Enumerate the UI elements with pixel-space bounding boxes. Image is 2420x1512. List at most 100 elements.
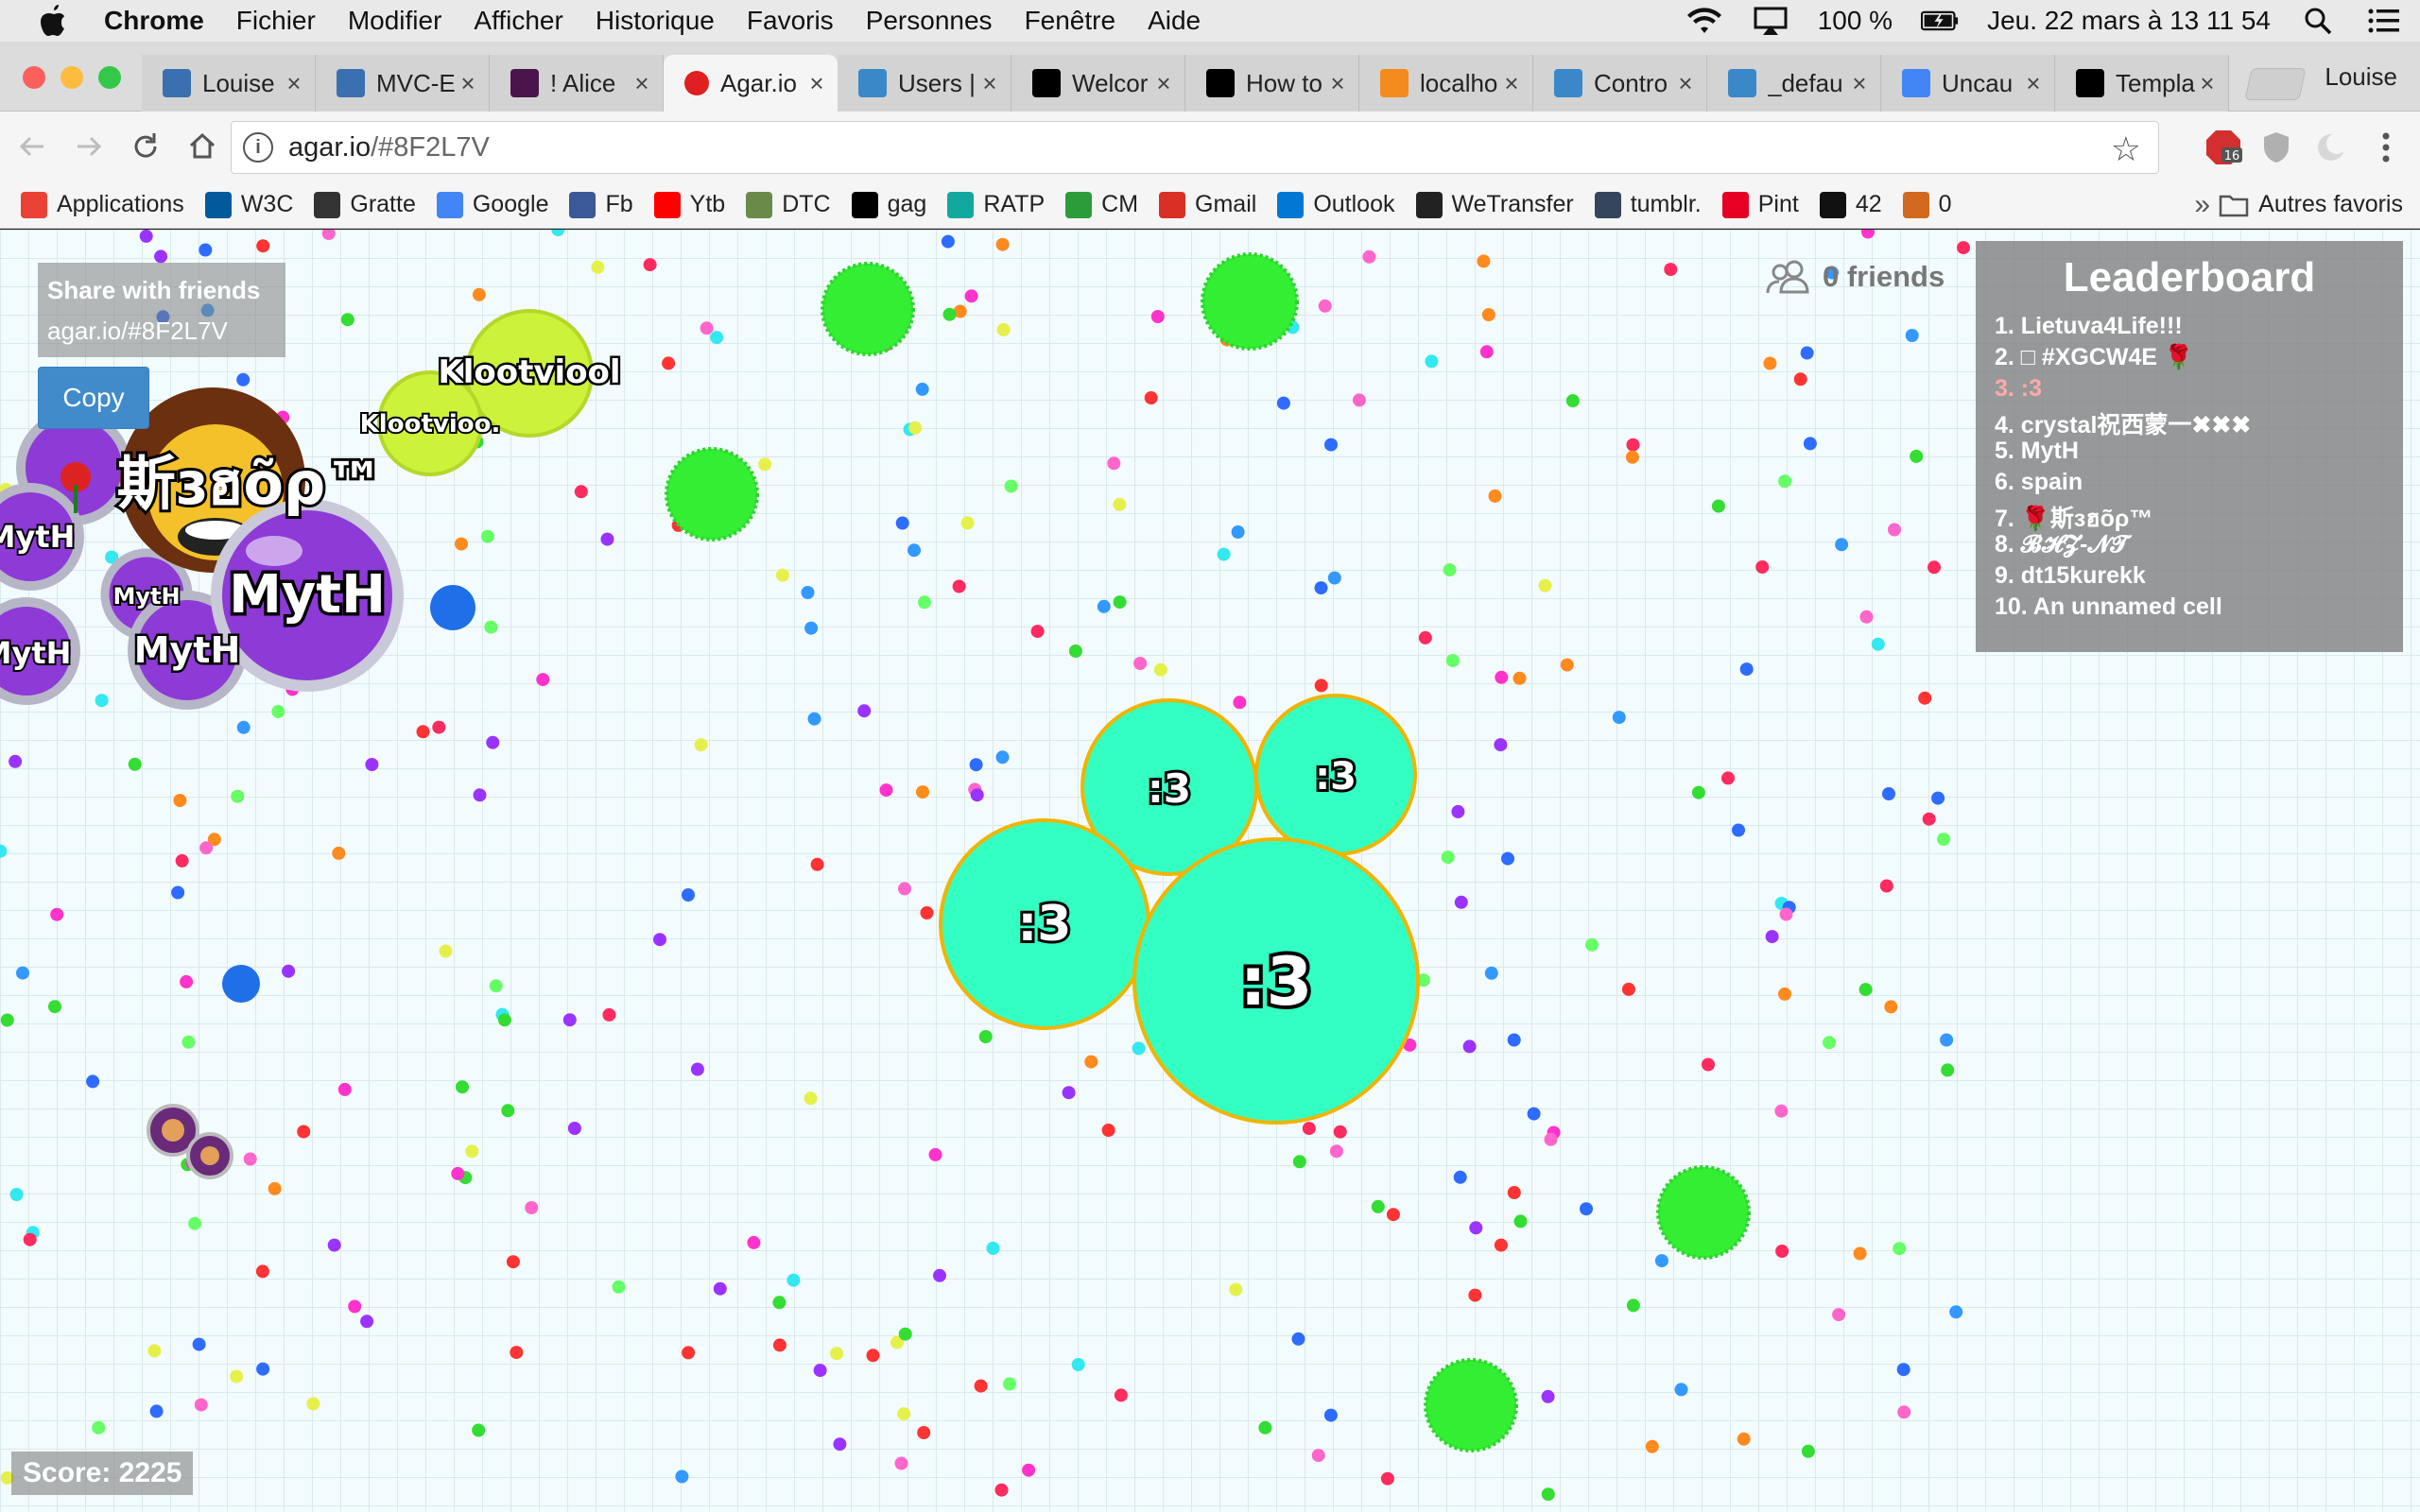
food-pellet xyxy=(1778,987,1791,1001)
menu-personnes[interactable]: Personnes xyxy=(866,6,993,36)
tab-10[interactable]: Uncau × xyxy=(1881,55,2055,112)
menu-kebab-icon[interactable] xyxy=(2365,127,2407,168)
home-icon[interactable] xyxy=(178,122,227,171)
address-bar[interactable]: i agar.io/#8F2L7V ☆ xyxy=(231,121,2159,174)
menu-favoris[interactable]: Favoris xyxy=(747,6,834,36)
food-pellet xyxy=(1443,563,1457,577)
bookmark-8[interactable]: RATP xyxy=(947,191,1045,218)
extension-moon-icon[interactable] xyxy=(2310,127,2352,168)
clock[interactable]: Jeu. 22 mars à 13 11 54 xyxy=(1987,6,2271,36)
menu-modifier[interactable]: Modifier xyxy=(348,6,442,36)
profile-name[interactable]: Louise xyxy=(2325,62,2397,92)
close-window-button[interactable] xyxy=(23,66,45,89)
bookmark-label: Gratte xyxy=(350,191,416,217)
share-link[interactable]: agar.io/#8F2L7V xyxy=(47,317,276,346)
bookmark-10[interactable]: Gmail xyxy=(1159,191,1256,218)
tab-2[interactable]: ! Alice × xyxy=(490,55,664,112)
apple-icon[interactable] xyxy=(36,4,70,38)
food-pellet xyxy=(1144,391,1158,404)
food-pellet xyxy=(1231,525,1245,539)
tab-4[interactable]: Users | × xyxy=(838,55,1011,112)
tab-0[interactable]: Louise × xyxy=(142,55,316,112)
tab-9[interactable]: _defau × xyxy=(1707,55,1881,112)
zoom-window-button[interactable] xyxy=(98,66,121,89)
game-canvas[interactable]: Klootviool Klootvioo. MytH MytH MytH Myt… xyxy=(0,230,2420,1512)
tab-close-icon[interactable]: × xyxy=(1674,69,1697,98)
minimize-window-button[interactable] xyxy=(60,66,83,89)
friends-counter[interactable]: 0 friends xyxy=(1766,258,1945,296)
bookmark-label: DTC xyxy=(782,191,831,217)
bookmark-3[interactable]: Google xyxy=(436,191,548,218)
folder-icon xyxy=(2219,195,2249,216)
tab-3[interactable]: Agar.io × xyxy=(664,55,838,112)
bookmark-11[interactable]: Outlook xyxy=(1277,191,1395,218)
tab-close-icon[interactable]: × xyxy=(283,69,305,98)
bookmark-other-folder[interactable]: Autres favoris xyxy=(2219,191,2403,218)
shield-icon[interactable] xyxy=(2256,127,2297,168)
tab-label: _defau xyxy=(1768,68,1843,97)
airplay-icon[interactable] xyxy=(1752,5,1789,37)
bookmark-5[interactable]: Ytb xyxy=(653,191,725,218)
new-tab-button[interactable] xyxy=(2244,68,2307,100)
bookmark-4[interactable]: Fb xyxy=(569,191,633,218)
bookmark-6[interactable]: DTC xyxy=(746,191,831,218)
notification-center-icon[interactable] xyxy=(2365,5,2403,37)
tab-close-icon[interactable]: × xyxy=(1500,69,1523,98)
tab-11[interactable]: Templa × xyxy=(2055,55,2229,112)
tab-8[interactable]: Contro × xyxy=(1533,55,1707,112)
forward-icon[interactable] xyxy=(64,122,113,171)
bookmark-7[interactable]: gag xyxy=(851,191,926,218)
tab-close-icon[interactable]: × xyxy=(2196,69,2219,98)
menu-app-chrome[interactable]: Chrome xyxy=(104,6,204,36)
bookmark-14[interactable]: Pint xyxy=(1721,191,1799,218)
food-pellet xyxy=(480,529,494,543)
food-pellet xyxy=(1022,1463,1036,1477)
copy-button[interactable]: Copy xyxy=(38,367,149,429)
tab-close-icon[interactable]: × xyxy=(978,69,1001,98)
bookmark-9[interactable]: CM xyxy=(1065,191,1138,218)
bookmark-1[interactable]: W3C xyxy=(204,191,293,218)
bookmark-0[interactable]: Applications xyxy=(21,191,184,218)
adblock-icon[interactable]: 16 xyxy=(2203,127,2244,168)
spotlight-icon[interactable] xyxy=(2299,5,2337,37)
reload-icon[interactable] xyxy=(121,122,170,171)
wifi-icon[interactable] xyxy=(1685,5,1723,37)
menu-aide[interactable]: Aide xyxy=(1148,6,1201,36)
tab-close-icon[interactable]: × xyxy=(1152,69,1175,98)
tab-label: Agar.io xyxy=(720,68,797,97)
food-pellet xyxy=(1229,1282,1243,1297)
menu-historique[interactable]: Historique xyxy=(596,6,715,36)
tab-close-icon[interactable]: × xyxy=(1848,69,1871,98)
tab-close-icon[interactable]: × xyxy=(631,69,653,98)
food-pellet xyxy=(86,1074,100,1089)
food-pellet xyxy=(813,1364,827,1378)
tab-1[interactable]: MVC-E × xyxy=(316,55,490,112)
blue-cell xyxy=(222,965,260,1003)
bookmark-15[interactable]: 42 xyxy=(1819,191,1882,218)
tab-close-icon[interactable]: × xyxy=(457,69,479,98)
menu-afficher[interactable]: Afficher xyxy=(474,6,562,36)
battery-icon[interactable] xyxy=(1921,5,1959,37)
symfony-icon xyxy=(2076,69,2104,97)
food-pellet xyxy=(643,258,657,272)
bookmark-16[interactable]: 0 xyxy=(1902,191,1952,218)
site-info-icon[interactable]: i xyxy=(243,132,273,163)
food-pellet xyxy=(192,1337,206,1351)
bookmark-13[interactable]: tumblr. xyxy=(1594,191,1702,218)
bookmark-2[interactable]: Gratte xyxy=(314,191,416,218)
food-pellet xyxy=(510,1346,524,1360)
bookmarks-overflow-icon[interactable]: » xyxy=(2194,189,2210,221)
tab-6[interactable]: How to × xyxy=(1185,55,1359,112)
tab-close-icon[interactable]: × xyxy=(805,69,828,98)
menu-fichier[interactable]: Fichier xyxy=(236,6,316,36)
tab-5[interactable]: Welcor × xyxy=(1011,55,1185,112)
bookmark-12[interactable]: WeTransfer xyxy=(1415,191,1574,218)
menu-fenetre[interactable]: Fenêtre xyxy=(1025,6,1116,36)
leaderboard: Leaderboard 1. Lietuva4Life!!! 2. □ #XGC… xyxy=(1976,241,2403,652)
tab-close-icon[interactable]: × xyxy=(1326,69,1349,98)
tab-7[interactable]: localho × xyxy=(1359,55,1533,112)
food-pellet xyxy=(682,1346,696,1360)
back-icon[interactable] xyxy=(8,122,57,171)
bookmark-star-icon[interactable]: ☆ xyxy=(2111,129,2141,169)
tab-close-icon[interactable]: × xyxy=(2022,69,2045,98)
